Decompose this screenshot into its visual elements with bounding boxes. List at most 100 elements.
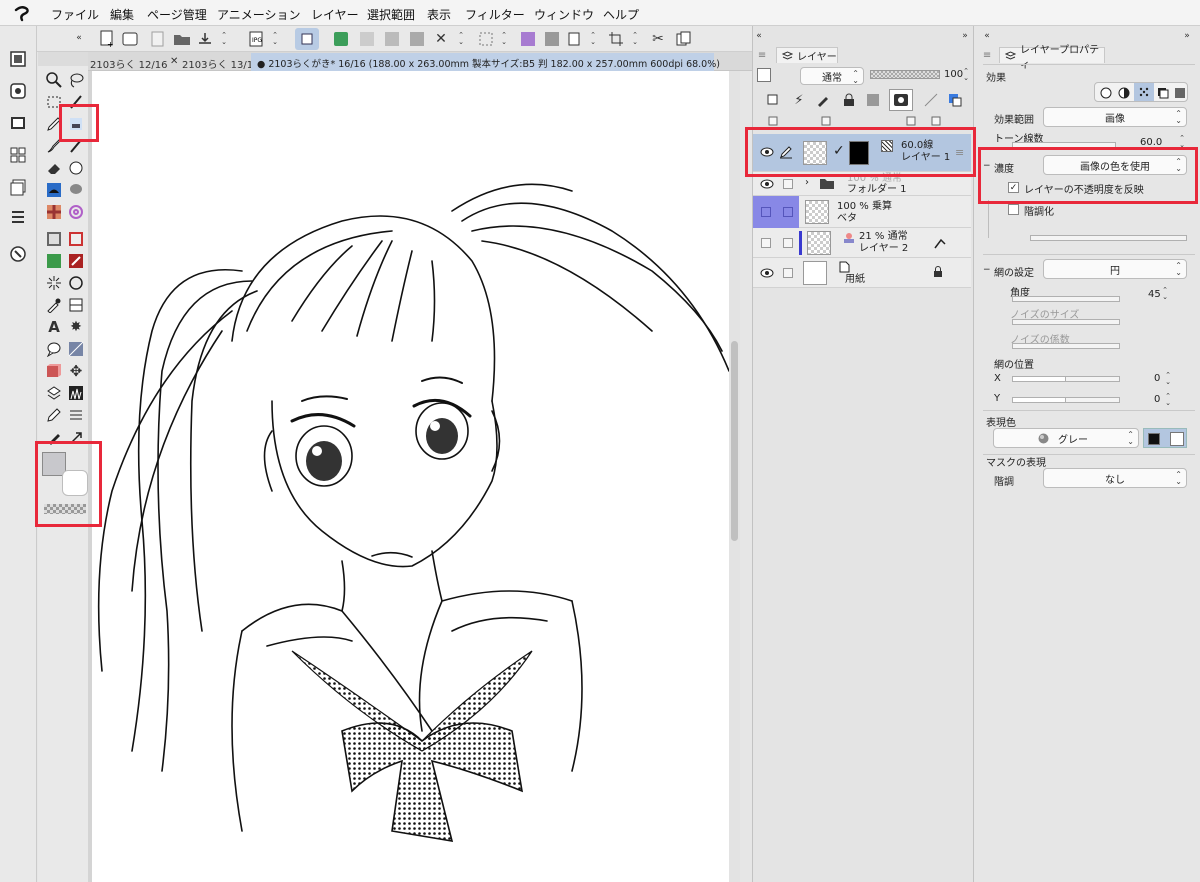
new-page-icon[interactable] — [120, 29, 140, 49]
opacity-slider[interactable] — [870, 70, 940, 79]
draft-icon[interactable] — [814, 92, 832, 108]
purple-tone-icon[interactable] — [518, 29, 538, 49]
3d-box-icon[interactable] — [45, 362, 63, 380]
menu-animation[interactable]: アニメーション — [217, 6, 301, 23]
figure-red-icon[interactable] — [67, 230, 85, 248]
ellipse-icon[interactable] — [67, 274, 85, 292]
snap-icon[interactable] — [295, 28, 319, 50]
lasso-icon[interactable] — [67, 71, 85, 89]
fill-icon[interactable] — [45, 181, 63, 199]
hatch-icon[interactable] — [67, 406, 85, 424]
material-icon[interactable] — [7, 144, 29, 166]
blend-icon[interactable] — [67, 159, 85, 177]
speed-lines-icon[interactable] — [45, 274, 63, 292]
layer-color-swatch-icon[interactable] — [946, 92, 964, 108]
collapse-left-icon[interactable]: « — [752, 30, 766, 42]
canvas-scrollbar-thumb[interactable] — [731, 341, 738, 541]
chevron-right-icon[interactable]: › — [805, 177, 809, 188]
cut-icon[interactable]: ✂ — [648, 29, 668, 49]
layer-row-paper[interactable]: 用紙 — [753, 258, 971, 288]
menu-window[interactable]: ウィンドウ — [534, 6, 594, 23]
pen-nib-icon[interactable] — [45, 428, 63, 446]
collapse-right-icon[interactable]: » — [958, 30, 972, 42]
layer-stack-icon[interactable] — [7, 176, 29, 198]
delete-layer-icon[interactable] — [930, 116, 942, 126]
new-file-icon[interactable]: + — [97, 29, 117, 49]
layer-check[interactable] — [783, 207, 793, 217]
eye-toggle[interactable] — [761, 238, 771, 248]
stepper-icon[interactable]: ⌃ ⌄ — [269, 29, 281, 49]
correct-line-icon[interactable] — [45, 406, 63, 424]
transparent-color-swatch[interactable] — [44, 504, 86, 514]
new-folder-icon[interactable] — [905, 116, 917, 126]
frame-icon[interactable] — [67, 296, 85, 314]
angle-slider[interactable] — [1012, 296, 1120, 302]
text-tool-icon[interactable]: A — [45, 318, 63, 336]
navigator-icon[interactable] — [7, 48, 29, 70]
tone-lines-slider[interactable] — [1012, 142, 1116, 148]
display-color-select[interactable]: グレー ⌃ ⌄ — [993, 428, 1139, 448]
marker-icon[interactable] — [67, 137, 85, 155]
selection-icon[interactable] — [476, 29, 496, 49]
layer-row-fill[interactable]: 100 % 乗算 ベタ — [753, 196, 971, 228]
sub-view-icon[interactable] — [7, 80, 29, 102]
stepper-icon[interactable]: ⌃ ⌄ — [218, 29, 230, 49]
stepper-icon[interactable]: ⌃ ⌄ — [498, 29, 510, 49]
reflect-opacity-checkbox[interactable]: ✓ — [1008, 182, 1019, 193]
layer-row-layer2[interactable]: 21 % 通常 レイヤー 2 — [753, 228, 971, 258]
stepper-icon[interactable]: ⌃ ⌄ — [455, 29, 467, 49]
posterize-checkbox[interactable] — [1008, 204, 1019, 215]
collapse-left-icon[interactable]: « — [72, 32, 86, 44]
reference-icon[interactable]: ⚡ — [790, 92, 808, 108]
save-icon[interactable] — [195, 29, 215, 49]
angle-stepper[interactable]: ⌃ ⌄ — [1160, 285, 1170, 303]
mask-icon[interactable] — [889, 89, 913, 111]
ruler-icon[interactable] — [67, 340, 85, 358]
extract-line-icon[interactable] — [1116, 85, 1132, 100]
posterize-slider[interactable] — [1030, 235, 1187, 241]
layer-row-folder[interactable]: › 100 % 通常 フォルダー 1 — [753, 172, 971, 196]
document-tab-close[interactable]: ✕ — [170, 56, 178, 71]
menu-layer[interactable]: レイヤー — [311, 6, 359, 23]
grass-icon[interactable] — [67, 384, 85, 402]
eye-toggle[interactable] — [761, 207, 771, 217]
white-swatch[interactable] — [1170, 432, 1184, 446]
x-stepper[interactable]: ⌃ ⌄ — [1163, 370, 1173, 388]
open-folder-icon[interactable] — [172, 29, 192, 49]
new-vector-layer-icon[interactable] — [820, 116, 832, 126]
drag-handle-icon[interactable]: ≡ — [955, 146, 964, 159]
layer-check[interactable] — [783, 238, 793, 248]
pen-edit-icon[interactable] — [779, 145, 793, 159]
menu-filter[interactable]: フィルター — [465, 6, 525, 23]
effect-range-select[interactable]: 画像 ⌃ ⌄ — [1043, 107, 1187, 127]
tone-icon[interactable] — [357, 29, 377, 49]
document-tab[interactable]: 2103らく 13/16 — [182, 56, 259, 71]
layer-row-selected[interactable]: ✓ 60.0線 レイヤー 1 ≡ — [753, 134, 971, 172]
menu-help[interactable]: ヘルプ — [603, 6, 639, 23]
paste-icon[interactable] — [673, 29, 693, 49]
collapse-right-icon[interactable]: » — [1180, 30, 1194, 42]
add-icon[interactable] — [148, 29, 168, 49]
layer-tab[interactable]: レイヤー — [776, 47, 838, 63]
posterize-effect-icon[interactable] — [1173, 85, 1187, 100]
menu-page-management[interactable]: ページ管理 — [147, 6, 207, 23]
layer-property-tab[interactable]: レイヤープロパティ — [999, 45, 1105, 71]
timeline-icon[interactable] — [7, 112, 29, 134]
pages-icon[interactable] — [564, 29, 584, 49]
green-fill-icon[interactable] — [45, 252, 63, 270]
layer-green-icon[interactable] — [331, 29, 351, 49]
gradient-icon[interactable] — [45, 230, 63, 248]
effect-lines-icon[interactable]: ✸ — [67, 318, 85, 336]
sub-color-swatch[interactable] — [62, 470, 88, 496]
noise-factor-slider[interactable] — [1012, 343, 1120, 349]
layer-color-icon[interactable] — [757, 68, 771, 82]
menu-view[interactable]: 表示 — [427, 6, 451, 23]
ruler-link-icon[interactable] — [922, 92, 940, 108]
density-select[interactable]: 画像の色を使用 ⌃ ⌄ — [1043, 155, 1187, 175]
layer-check[interactable] — [783, 179, 793, 189]
brush-icon[interactable] — [45, 137, 63, 155]
canvas-paper[interactable] — [92, 71, 729, 882]
eyedropper-icon[interactable] — [45, 296, 63, 314]
history-list-icon[interactable] — [7, 206, 29, 228]
crop-icon[interactable] — [606, 29, 626, 49]
